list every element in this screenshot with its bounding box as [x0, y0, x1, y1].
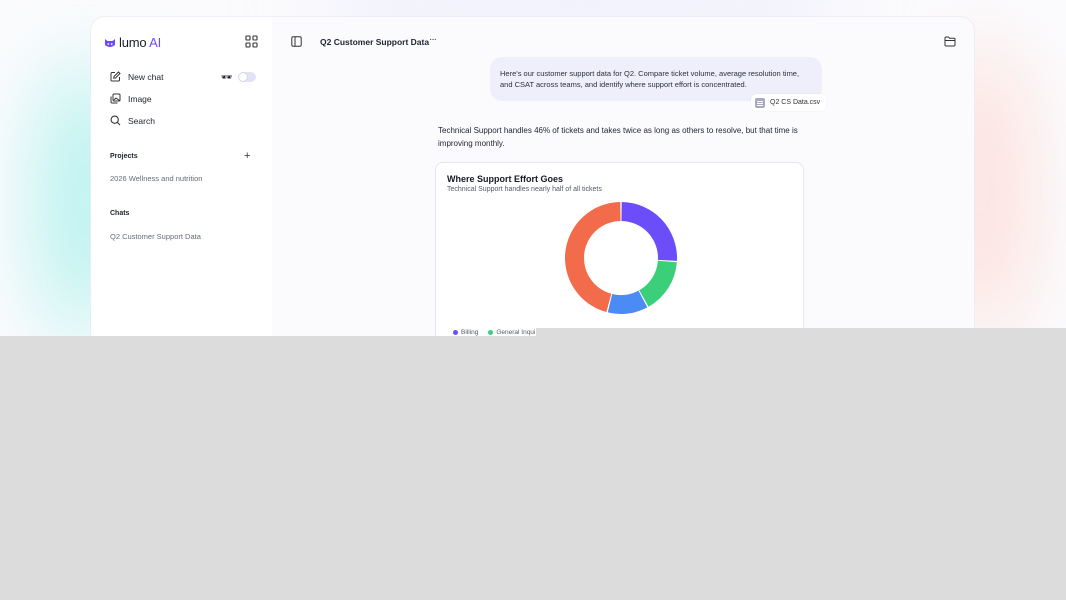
search-button[interactable]: Search: [110, 115, 155, 126]
legend-swatch: [488, 330, 494, 335]
legend-swatch: [453, 330, 458, 335]
project-item[interactable]: 2026 Wellness and nutrition: [110, 174, 202, 183]
sidebar: lumo AI New chat 🕶 Image Search Projects…: [91, 17, 272, 347]
chat-item[interactable]: Q2 Customer Support Data: [110, 232, 201, 241]
chart-legend: Billing General Inqui: [453, 329, 535, 336]
legend-item[interactable]: Billing: [453, 329, 478, 336]
main-panel: Q2 Customer Support Data ··· Here's our …: [272, 17, 974, 347]
brand-name: lumo AI: [119, 35, 161, 50]
legend-label: General Inqui: [496, 329, 536, 336]
image-label: Image: [128, 93, 152, 104]
donut-slice-account-management[interactable]: [607, 290, 648, 314]
chart-subtitle: Technical Support handles nearly half of…: [447, 186, 602, 193]
ghost-mode-toggle[interactable]: [238, 72, 256, 82]
apps-grid-icon[interactable]: [245, 35, 258, 48]
folder-icon[interactable]: [944, 36, 956, 47]
new-chat-label: New chat: [128, 71, 164, 82]
sidebar-toggle-icon[interactable]: [291, 36, 302, 47]
attachment-chip[interactable]: Q2 CS Data.csv: [751, 94, 827, 111]
donut-chart: [565, 202, 677, 314]
search-icon: [110, 115, 121, 126]
app-window: lumo AI New chat 🕶 Image Search Projects…: [91, 17, 974, 347]
chats-heading: Chats: [110, 210, 130, 217]
gray-overlay: [0, 336, 1066, 600]
image-button[interactable]: Image: [110, 93, 152, 104]
gray-overlay-notch: [536, 328, 1066, 338]
chart-title: Where Support Effort Goes: [447, 174, 564, 184]
conversation-title: Q2 Customer Support Data: [320, 37, 430, 47]
image-stack-icon: [110, 93, 121, 104]
search-label: Search: [128, 115, 155, 126]
assistant-message: Technical Support handles 46% of tickets…: [438, 126, 798, 148]
more-options-button[interactable]: ···: [429, 34, 437, 45]
projects-heading: Projects: [110, 153, 138, 160]
donut-slice-billing[interactable]: [621, 202, 677, 261]
lumo-cat-logo-icon: [105, 38, 115, 47]
legend-label: Billing: [461, 329, 479, 336]
legend-item[interactable]: General Inqui: [488, 329, 535, 336]
toggle-knob: [239, 73, 247, 81]
donut-slice-general-inquiries[interactable]: [639, 260, 677, 307]
add-project-button[interactable]: +: [244, 151, 250, 162]
chart-card: Where Support Effort Goes Technical Supp…: [435, 162, 804, 347]
incognito-glasses-icon[interactable]: 🕶: [221, 72, 232, 82]
spreadsheet-file-icon: [755, 97, 765, 108]
new-chat-button[interactable]: New chat: [110, 71, 163, 82]
attachment-name: Q2 CS Data.csv: [770, 99, 821, 106]
brand[interactable]: lumo AI: [104, 35, 161, 50]
pencil-square-icon: [110, 71, 121, 82]
